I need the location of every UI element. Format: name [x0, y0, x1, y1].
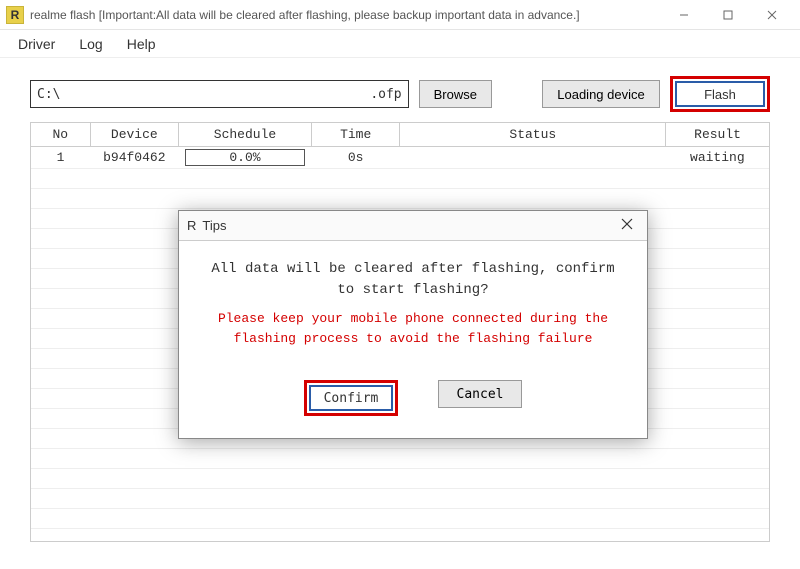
dialog-body: All data will be cleared after flashing,…: [179, 241, 647, 356]
tips-dialog: R Tips All data will be cleared after fl…: [178, 210, 648, 439]
dialog-message: All data will be cleared after flashing,…: [203, 259, 623, 301]
confirm-button-highlight: Confirm: [304, 380, 398, 416]
dialog-icon: R: [187, 218, 196, 233]
cancel-button[interactable]: Cancel: [438, 380, 522, 408]
dialog-title: Tips: [202, 218, 615, 233]
dialog-warning: Please keep your mobile phone connected …: [203, 309, 623, 348]
dialog-titlebar: R Tips: [179, 211, 647, 241]
dialog-actions: Confirm Cancel: [179, 356, 647, 438]
modal-overlay: R Tips All data will be cleared after fl…: [0, 0, 800, 569]
dialog-close-button[interactable]: [615, 217, 639, 235]
confirm-button[interactable]: Confirm: [309, 385, 393, 411]
